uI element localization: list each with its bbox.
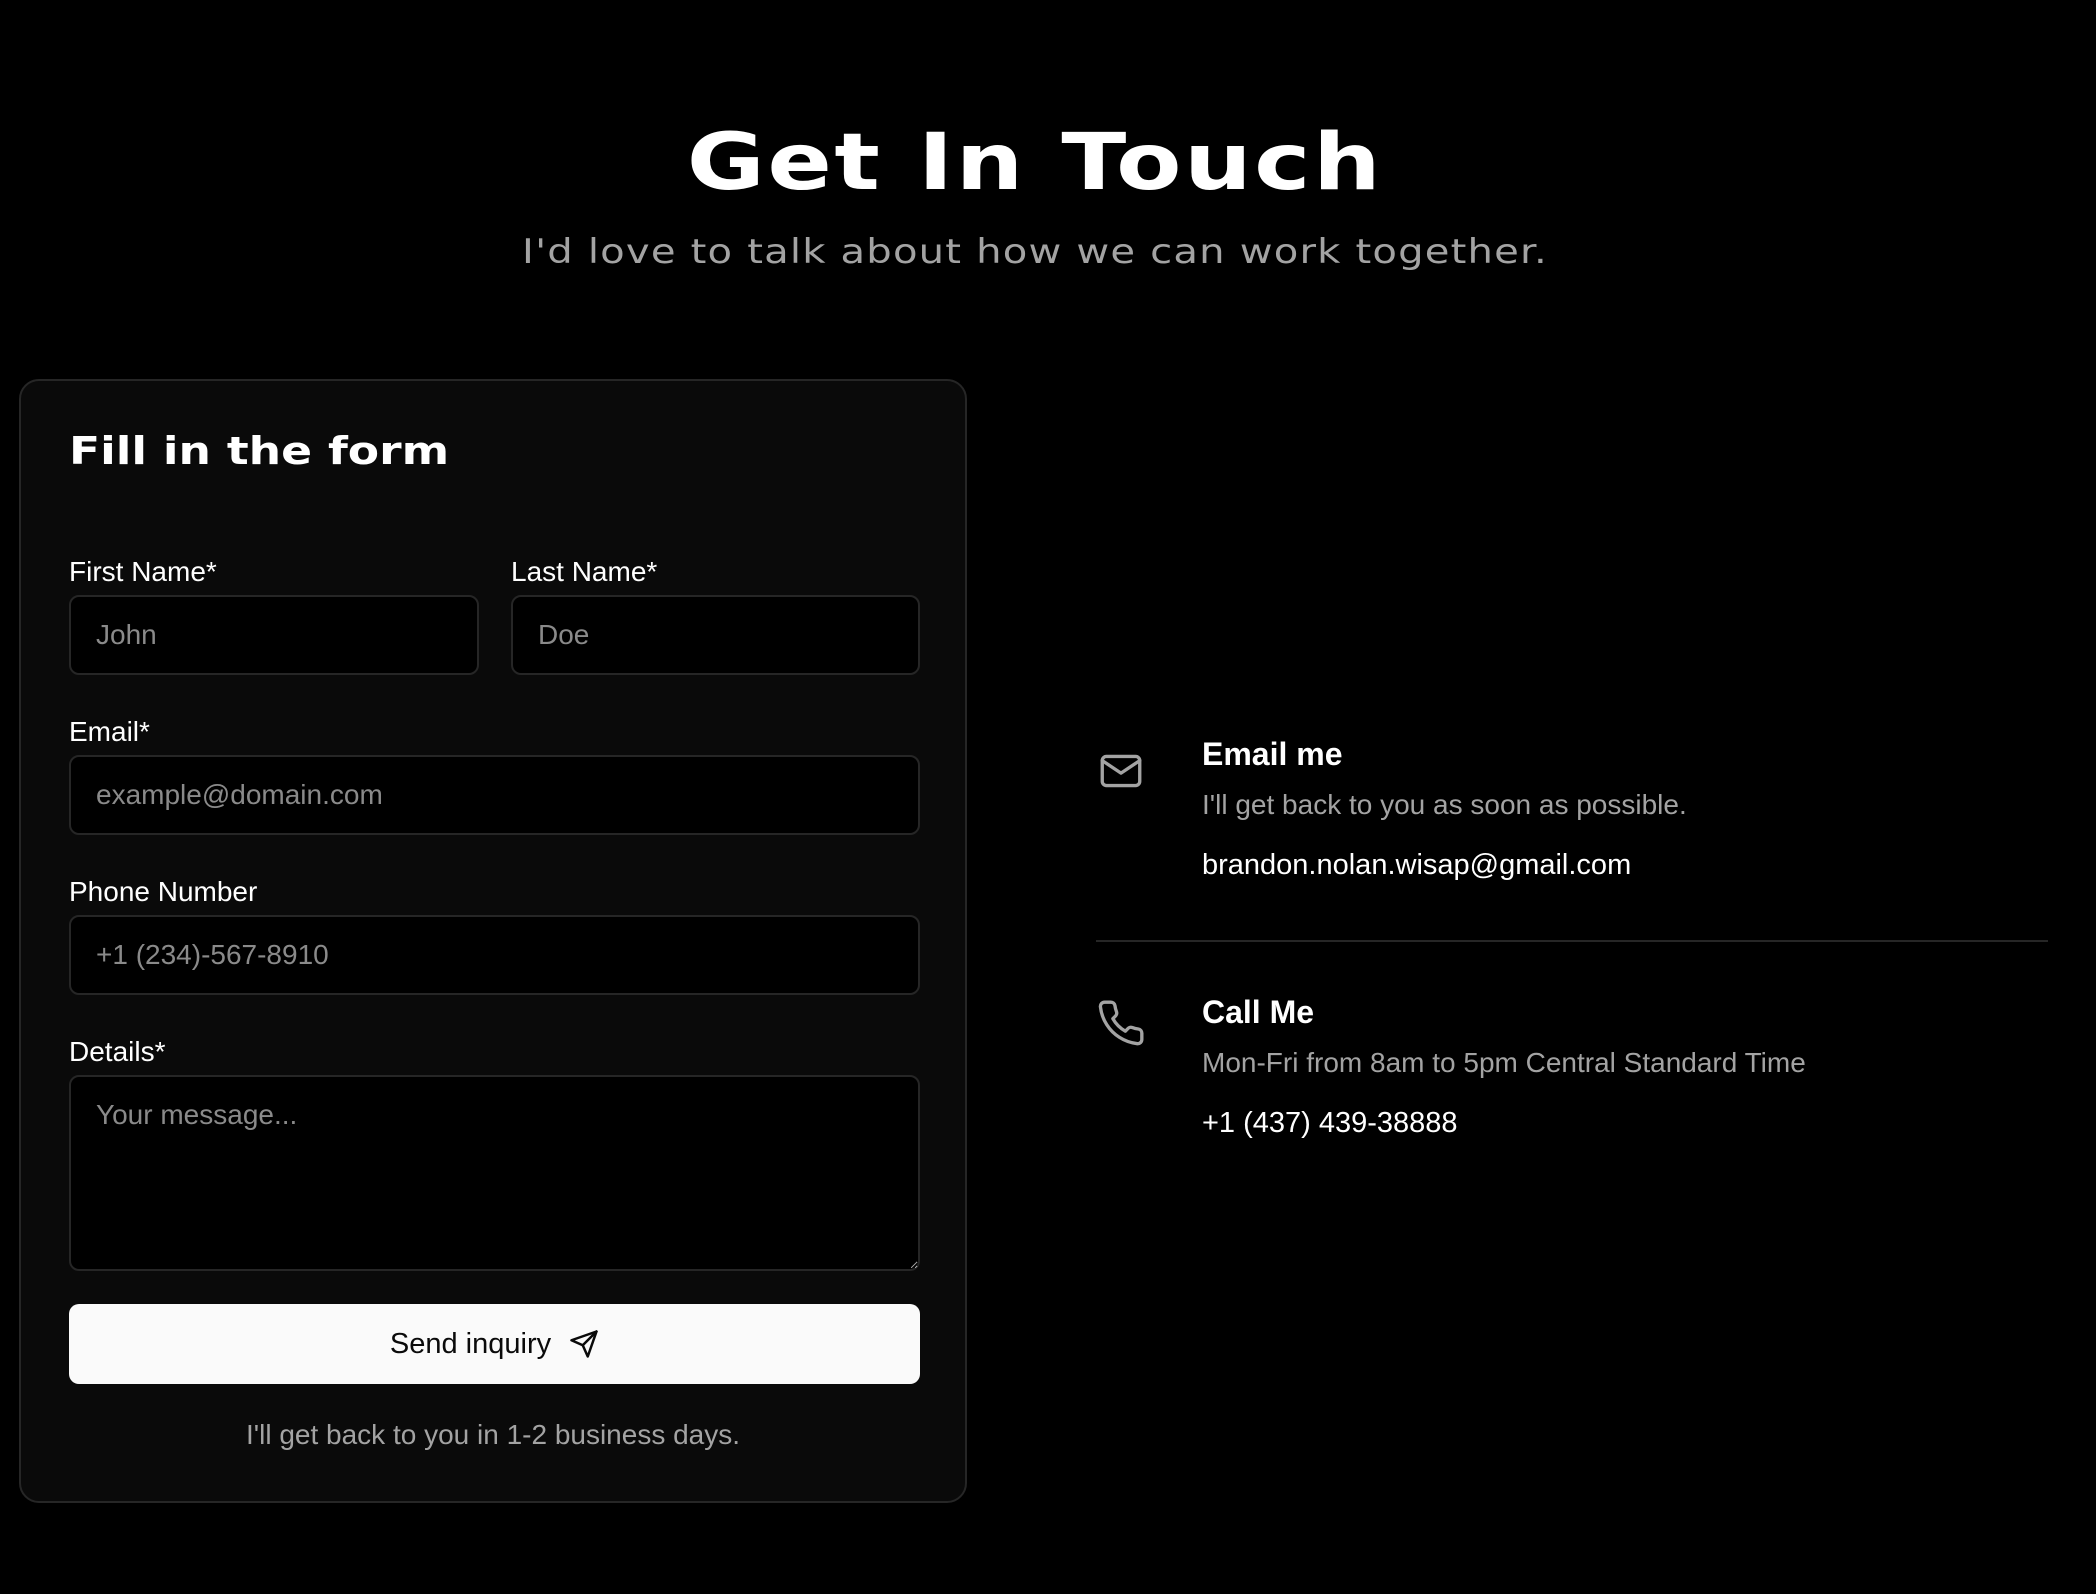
- send-inquiry-button[interactable]: Send inquiry: [69, 1304, 920, 1384]
- last-name-input[interactable]: [511, 595, 920, 675]
- email-address-link[interactable]: brandon.nolan.wisap@gmail.com: [1202, 849, 1631, 882]
- response-time-note: I'll get back to you in 1-2 business day…: [245, 1419, 741, 1450]
- page-subtitle: I'd love to talk about how we can work t…: [522, 232, 1548, 272]
- last-name-label: Last Name*: [511, 556, 658, 587]
- phone-icon: [1096, 998, 1146, 1048]
- phone-number-link[interactable]: +1 (437) 439-38888: [1202, 1107, 1458, 1140]
- mail-icon: [1096, 746, 1146, 796]
- phone-contact-title: Call Me: [1202, 994, 1315, 1030]
- email-contact-subtitle: I'll get back to you as soon as possible…: [1202, 789, 1687, 820]
- send-inquiry-label: Send inquiry: [389, 1327, 552, 1360]
- email-input[interactable]: [69, 755, 920, 835]
- contact-form-card: Fill in the form First Name* Last Name* …: [19, 379, 967, 1503]
- phone-label: Phone Number: [69, 876, 258, 907]
- form-title: Fill in the form: [69, 429, 450, 473]
- phone-contact-block: Call Me Mon-Fri from 8am to 5pm Central …: [1096, 994, 2048, 1154]
- send-icon: [570, 1330, 598, 1358]
- email-contact-title: Email me: [1202, 736, 1343, 772]
- email-contact-block: Email me I'll get back to you as soon as…: [1096, 736, 2048, 896]
- details-textarea[interactable]: [69, 1075, 920, 1271]
- phone-contact-subtitle: Mon-Fri from 8am to 5pm Central Standard…: [1202, 1047, 1806, 1078]
- details-label: Details*: [69, 1036, 166, 1067]
- email-label: Email*: [69, 716, 150, 747]
- phone-input[interactable]: [69, 915, 920, 995]
- page-title: Get In Touch: [686, 118, 1384, 208]
- contact-divider: [1096, 940, 2048, 942]
- first-name-input[interactable]: [69, 595, 479, 675]
- first-name-label: First Name*: [69, 556, 217, 587]
